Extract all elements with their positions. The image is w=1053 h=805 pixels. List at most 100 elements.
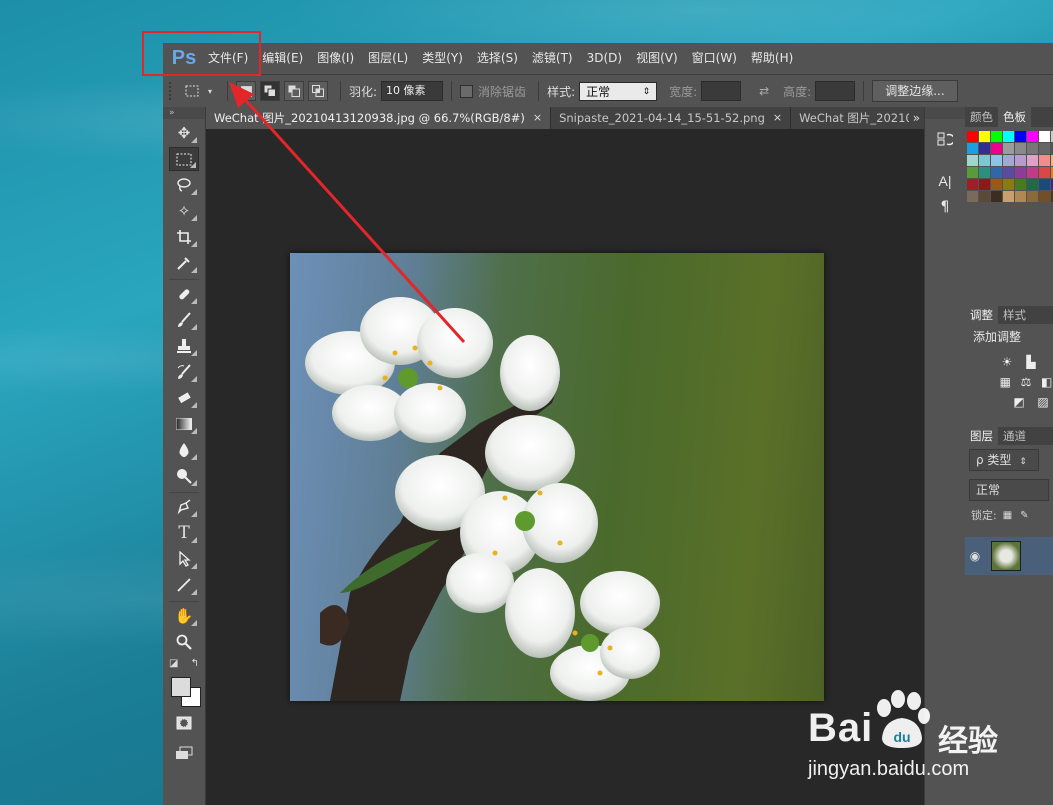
tab-layers[interactable]: 图层 [965, 427, 998, 445]
eraser-tool-icon[interactable] [169, 386, 199, 410]
menu-layer[interactable]: 图层(L) [361, 43, 415, 74]
paragraph-panel-icon[interactable]: ¶ [930, 195, 960, 219]
invert-icon[interactable]: ◩ [1011, 395, 1027, 409]
swatch-cell[interactable] [1027, 143, 1038, 154]
menu-3d[interactable]: 3D(D) [580, 43, 629, 74]
swatch-cell[interactable] [1003, 155, 1014, 166]
close-icon[interactable]: × [773, 107, 782, 129]
lasso-tool-icon[interactable] [169, 173, 199, 197]
swatch-cell[interactable] [1027, 155, 1038, 166]
lock-transparent-icon[interactable]: ▦ [1003, 510, 1012, 521]
swatch-cell[interactable] [1015, 167, 1026, 178]
character-panel-icon[interactable]: A| [930, 169, 960, 193]
swatch-cell[interactable] [1015, 155, 1026, 166]
swatch-cell[interactable] [1015, 179, 1026, 190]
swatch-cell[interactable] [1039, 143, 1050, 154]
tab-document-1[interactable]: WeChat 图片_20210413120938.jpg @ 66.7%(RGB… [206, 107, 552, 129]
menu-select[interactable]: 选择(S) [470, 43, 525, 74]
swatch-cell[interactable] [991, 179, 1002, 190]
swatch-cell[interactable] [1015, 191, 1026, 202]
move-tool-icon[interactable]: ✥ [169, 121, 199, 145]
tab-color[interactable]: 颜色 [965, 107, 998, 127]
swatch-cell[interactable] [967, 191, 978, 202]
swatch-cell[interactable] [991, 155, 1002, 166]
swatch-cell[interactable] [991, 131, 1002, 142]
swatch-cell[interactable] [967, 143, 978, 154]
tab-document-3[interactable]: WeChat 图片_202104 [791, 107, 909, 129]
history-panel-icon[interactable] [930, 127, 960, 151]
swatch-cell[interactable] [1027, 179, 1038, 190]
vibrance-icon[interactable]: ▦ [999, 375, 1012, 389]
swatch-cell[interactable] [991, 167, 1002, 178]
layer-filter-select[interactable]: ρ 类型 ⇕ [969, 449, 1039, 471]
color-balance-icon[interactable]: ⚖ [1020, 375, 1033, 389]
tab-adjustments[interactable]: 调整 [965, 306, 998, 324]
tab-channels[interactable]: 通道 [998, 427, 1031, 445]
layer-row-background[interactable]: ◉ [965, 537, 1053, 575]
black-white-icon[interactable]: ◧ [1040, 375, 1053, 389]
subtract-selection-icon[interactable] [284, 81, 304, 101]
quick-mask-icon[interactable] [169, 711, 199, 735]
swatch-cell[interactable] [1039, 191, 1050, 202]
swatch-cell[interactable] [967, 167, 978, 178]
default-colors-icon[interactable]: ◪ [169, 658, 178, 669]
lock-image-icon[interactable]: ✎ [1020, 510, 1028, 521]
swatch-cell[interactable] [1027, 191, 1038, 202]
swatch-cell[interactable] [967, 155, 978, 166]
swatch-cell[interactable] [1027, 131, 1038, 142]
history-brush-tool-icon[interactable] [169, 360, 199, 384]
swatch-cell[interactable] [979, 131, 990, 142]
tab-swatches[interactable]: 色板 [998, 107, 1031, 127]
foreground-color[interactable] [171, 677, 191, 697]
new-selection-icon[interactable] [236, 81, 256, 101]
style-select[interactable]: 正常 ⇕ [579, 81, 658, 101]
chevron-down-icon[interactable]: ▾ [206, 82, 214, 100]
swatch-cell[interactable] [1003, 143, 1014, 154]
type-tool-icon[interactable]: T [169, 521, 199, 545]
path-selection-tool-icon[interactable] [169, 547, 199, 571]
swatch-cell[interactable] [979, 179, 990, 190]
refine-edge-button[interactable]: 调整边缘... [872, 80, 958, 102]
menu-edit[interactable]: 编辑(E) [255, 43, 310, 74]
healing-brush-tool-icon[interactable] [169, 282, 199, 306]
marquee-tool-icon[interactable] [169, 147, 199, 171]
add-selection-icon[interactable] [260, 81, 280, 101]
marquee-preset-icon[interactable] [183, 82, 201, 100]
canvas-photo[interactable] [290, 253, 824, 701]
menu-type[interactable]: 类型(Y) [415, 43, 470, 74]
dodge-tool-icon[interactable] [169, 464, 199, 488]
swatch-cell[interactable] [967, 179, 978, 190]
intersect-selection-icon[interactable] [308, 81, 328, 101]
options-grip[interactable] [169, 82, 175, 100]
clone-stamp-tool-icon[interactable] [169, 334, 199, 358]
swatch-cell[interactable] [1003, 167, 1014, 178]
tab-styles[interactable]: 样式 [998, 306, 1031, 324]
swap-colors-icon[interactable]: ↰ [191, 658, 199, 669]
swatch-cell[interactable] [1015, 131, 1026, 142]
menu-image[interactable]: 图像(I) [310, 43, 361, 74]
swatch-cell[interactable] [991, 191, 1002, 202]
swatch-cell[interactable] [979, 167, 990, 178]
swatch-cell[interactable] [1039, 179, 1050, 190]
swatch-cell[interactable] [967, 131, 978, 142]
blend-mode-select[interactable]: 正常 [969, 479, 1049, 501]
feather-input[interactable]: 10 像素 [381, 81, 444, 101]
swatch-cell[interactable] [1003, 191, 1014, 202]
brush-tool-icon[interactable] [169, 308, 199, 332]
brightness-icon[interactable]: ☀ [999, 355, 1015, 369]
swatch-cell[interactable] [1003, 131, 1014, 142]
gradient-tool-icon[interactable] [169, 412, 199, 436]
panel-grip[interactable] [925, 107, 965, 119]
gradient-map-icon[interactable]: ▨ [1035, 395, 1051, 409]
swatch-cell[interactable] [979, 191, 990, 202]
width-input[interactable] [701, 81, 742, 101]
swatch-cell[interactable] [1015, 143, 1026, 154]
crop-tool-icon[interactable] [169, 225, 199, 249]
swatch-cell[interactable] [1003, 179, 1014, 190]
hand-tool-icon[interactable]: ✋ [169, 604, 199, 628]
antialias-checkbox[interactable] [460, 84, 474, 98]
swatch-cell[interactable] [979, 143, 990, 154]
menu-filter[interactable]: 滤镜(T) [525, 43, 580, 74]
swatch-cell[interactable] [991, 143, 1002, 154]
menu-help[interactable]: 帮助(H) [744, 43, 800, 74]
